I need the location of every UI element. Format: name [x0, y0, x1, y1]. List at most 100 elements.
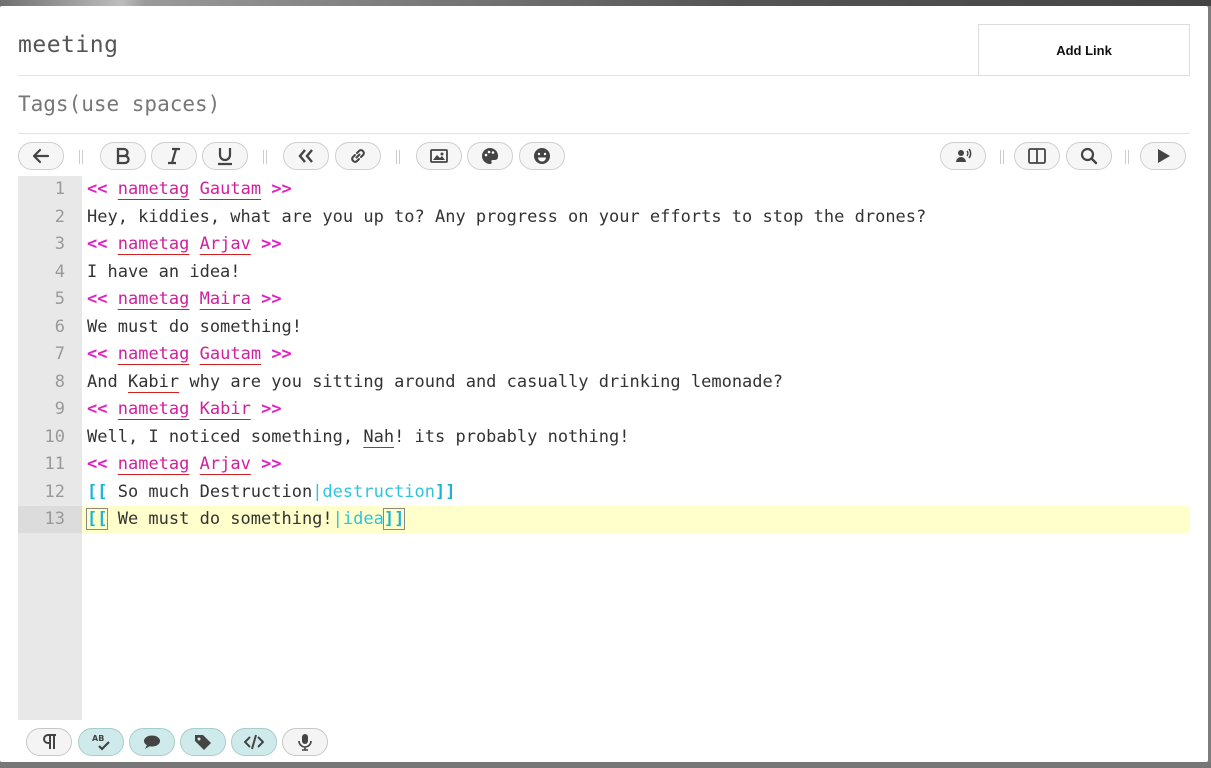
- link-close: ]]: [435, 481, 456, 502]
- line-text: I have an idea!: [87, 261, 241, 282]
- line-number: 2: [18, 203, 82, 231]
- line-text: Hey, kiddies, what are you up to? Any pr…: [87, 206, 927, 227]
- macro-arg: Gautam: [199, 179, 262, 199]
- macro-name: nametag: [117, 344, 190, 364]
- macro-close: >>: [271, 179, 292, 199]
- tag-toggle[interactable]: [180, 728, 226, 756]
- macro-open: <<: [87, 289, 108, 309]
- line-text: And: [87, 371, 128, 392]
- italic-button[interactable]: [151, 142, 197, 170]
- link-close: ]]: [382, 508, 406, 530]
- editor-line[interactable]: 12 [[ So much Destruction|destruction]]: [18, 478, 1190, 506]
- paragraph-icon: [43, 734, 56, 749]
- macro-close: >>: [261, 399, 282, 419]
- line-text: why are you sitting around and casually …: [179, 371, 783, 392]
- macro-name: nametag: [117, 179, 190, 199]
- add-link-button[interactable]: Add Link: [978, 24, 1190, 76]
- code-editor[interactable]: 1 << nametag Gautam >> 2 Hey, kiddies, w…: [18, 176, 1190, 720]
- dictation-toggle[interactable]: [282, 728, 328, 756]
- line-number: 1: [18, 176, 82, 203]
- link-text: So much Destruction: [107, 481, 313, 502]
- editor-line[interactable]: 1 << nametag Gautam >>: [18, 176, 1190, 203]
- title-row: meeting Add Link: [18, 24, 1190, 76]
- bold-button[interactable]: [100, 142, 146, 170]
- line-number: 6: [18, 313, 82, 341]
- underline-button[interactable]: [202, 142, 248, 170]
- split-view-icon: [1028, 148, 1046, 164]
- backdrop-bottom: [0, 762, 1211, 768]
- macro-close: >>: [261, 289, 282, 309]
- toolbar-separator: [396, 150, 400, 164]
- emoji-button[interactable]: [519, 142, 565, 170]
- underline-icon: [218, 148, 232, 166]
- link-text: We must do something!: [107, 509, 333, 529]
- text-to-speech-button[interactable]: [940, 142, 986, 170]
- toolbar-separator: [1000, 150, 1004, 164]
- editor-line[interactable]: 2 Hey, kiddies, what are you up to? Any …: [18, 203, 1190, 231]
- macro-close: >>: [261, 454, 282, 474]
- code-icon: [244, 734, 264, 750]
- play-icon: [1158, 149, 1170, 163]
- play-button[interactable]: [1140, 142, 1186, 170]
- misspelled-word[interactable]: Nah: [363, 427, 394, 447]
- editor-line[interactable]: 3 << nametag Arjav >>: [18, 231, 1190, 258]
- insert-image-button[interactable]: [416, 142, 462, 170]
- macro-arg: Maira: [199, 289, 251, 309]
- link-icon: [351, 149, 365, 163]
- toolbar-separator: [1125, 150, 1129, 164]
- tags-row: Tags(use spaces): [18, 84, 1190, 134]
- misspelled-word[interactable]: Kabir: [128, 372, 179, 392]
- editor-line[interactable]: 10 Well, I noticed something, Nah! its p…: [18, 423, 1190, 451]
- link-button[interactable]: [335, 142, 381, 170]
- back-icon: [32, 148, 50, 164]
- code-toggle[interactable]: [231, 728, 277, 756]
- macro-open: <<: [87, 344, 108, 364]
- color-button[interactable]: [467, 142, 513, 170]
- back-button[interactable]: [18, 142, 64, 170]
- macro-arg: Kabir: [199, 399, 251, 419]
- editor-line-active[interactable]: 13 [[ We must do something!|idea]]: [18, 506, 1190, 533]
- link-open: [[: [87, 481, 108, 502]
- macro-close: >>: [261, 234, 282, 254]
- tag-icon: [195, 735, 211, 750]
- macro-name: nametag: [117, 399, 190, 419]
- editor-line[interactable]: 8 And Kabir why are you sitting around a…: [18, 368, 1190, 396]
- line-number: 12: [18, 478, 82, 506]
- paragraph-toggle[interactable]: [26, 728, 72, 756]
- microphone-icon: [298, 734, 312, 751]
- palette-icon: [482, 147, 499, 164]
- editor-line[interactable]: 4 I have an idea!: [18, 258, 1190, 286]
- link-target: |idea: [332, 509, 384, 529]
- passage-editor-dialog: meeting Add Link Tags(use spaces) 1 << n…: [0, 6, 1208, 762]
- line-number: 8: [18, 368, 82, 396]
- editor-line[interactable]: 11 << nametag Arjav >>: [18, 451, 1190, 478]
- line-text: We must do something!: [87, 316, 302, 337]
- split-view-button[interactable]: [1014, 142, 1060, 170]
- line-text: ! its probably nothing!: [394, 426, 630, 447]
- link-target: |destruction: [312, 481, 436, 502]
- tags-input[interactable]: Tags(use spaces): [18, 92, 220, 116]
- macro-arg: Arjav: [199, 454, 251, 474]
- editor-line[interactable]: 7 << nametag Gautam >>: [18, 341, 1190, 368]
- spellcheck-toggle[interactable]: AB: [78, 728, 124, 756]
- macro-open: <<: [87, 454, 108, 474]
- line-number: 7: [18, 341, 82, 368]
- comment-icon: [144, 735, 160, 749]
- editor-line[interactable]: 9 << nametag Kabir >>: [18, 396, 1190, 423]
- macro-name: nametag: [117, 234, 190, 254]
- macro-arg: Gautam: [199, 344, 262, 364]
- emoji-icon: [534, 148, 550, 164]
- editor-line[interactable]: 5 << nametag Maira >>: [18, 286, 1190, 313]
- blockquote-button[interactable]: [283, 142, 329, 170]
- passage-title-input[interactable]: meeting: [18, 32, 118, 58]
- italic-icon: [168, 147, 180, 165]
- macro-arg: Arjav: [199, 234, 251, 254]
- search-icon: [1080, 147, 1098, 165]
- text-cursor: [404, 509, 406, 529]
- search-button[interactable]: [1066, 142, 1112, 170]
- editor-line[interactable]: 6 We must do something!: [18, 313, 1190, 341]
- comment-toggle[interactable]: [129, 728, 175, 756]
- line-number: 3: [18, 231, 82, 258]
- image-icon: [430, 149, 448, 163]
- svg-text:AB: AB: [92, 734, 104, 743]
